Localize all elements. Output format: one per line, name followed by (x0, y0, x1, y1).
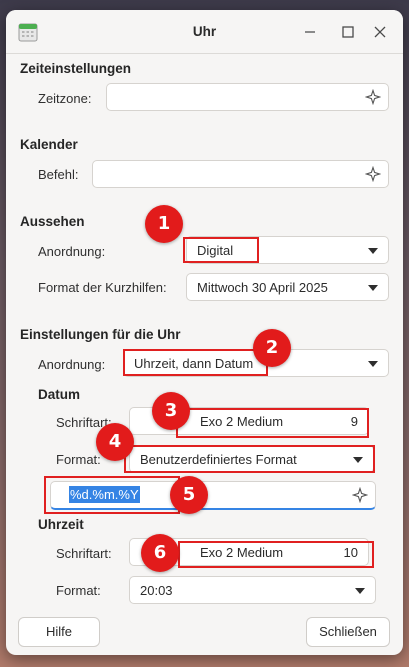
minimize-icon[interactable] (302, 24, 318, 40)
layout-value: Digital (197, 243, 234, 258)
tooltip-format-dropdown[interactable]: Mittwoch 30 April 2025 (186, 273, 389, 301)
date-format-label: Format: (56, 452, 101, 467)
date-format-value: Benutzerdefiniertes Format (140, 452, 297, 467)
custom-date-format-input[interactable]: %d.%m.%Y (50, 481, 376, 510)
command-input[interactable] (92, 160, 389, 188)
chevron-down-icon (353, 457, 363, 463)
timezone-label: Zeitzone: (38, 91, 92, 106)
annotation-badge-6: 6 (141, 534, 179, 572)
custom-date-format-value: %d.%m.%Y (69, 486, 140, 503)
chevron-down-icon (368, 361, 378, 367)
title-bar: Uhr (6, 10, 403, 54)
help-button[interactable]: Hilfe (18, 617, 100, 647)
sparkle-icon[interactable] (365, 89, 381, 105)
time-format-value: 20:03 (140, 583, 173, 598)
close-button[interactable]: Schließen (306, 617, 390, 647)
annotation-badge-1: 1 (145, 205, 183, 243)
time-font-size: 10 (343, 545, 358, 560)
layout-label: Anordnung: (38, 244, 106, 259)
command-label: Befehl: (38, 167, 79, 182)
clock-layout-label: Anordnung: (38, 357, 106, 372)
date-heading: Datum (38, 387, 81, 402)
chevron-down-icon (368, 248, 378, 254)
time-format-dropdown[interactable]: 20:03 (129, 576, 376, 604)
time-font-name: Exo 2 Medium (200, 545, 284, 560)
time-format-label: Format: (56, 583, 101, 598)
annotation-badge-2: 2 (253, 329, 291, 367)
layout-dropdown[interactable]: Digital (186, 236, 389, 264)
close-icon[interactable] (372, 24, 388, 40)
clock-settings-dialog: Uhr Zeiteinstellungen Zeitzone: Kalender… (6, 10, 403, 655)
annotation-badge-3: 3 (152, 392, 190, 430)
time-heading: Uhrzeit (38, 517, 84, 532)
appearance-heading: Aussehen (20, 214, 85, 229)
maximize-icon[interactable] (340, 24, 356, 40)
timezone-input[interactable] (106, 83, 389, 111)
date-font-size: 9 (350, 414, 358, 429)
chevron-down-icon (368, 285, 378, 291)
date-format-dropdown[interactable]: Benutzerdefiniertes Format (129, 445, 374, 473)
sparkle-icon[interactable] (352, 487, 368, 503)
date-font-name: Exo 2 Medium (200, 414, 284, 429)
chevron-down-icon (355, 588, 365, 594)
sparkle-icon[interactable] (365, 166, 381, 182)
tooltip-format-label: Format der Kurzhilfen: (38, 280, 167, 295)
clock-settings-heading: Einstellungen für die Uhr (20, 327, 181, 342)
annotation-badge-5: 5 (170, 476, 208, 514)
tooltip-format-value: Mittwoch 30 April 2025 (197, 280, 328, 295)
clock-layout-value: Uhrzeit, dann Datum (134, 356, 254, 371)
time-settings-heading: Zeiteinstellungen (20, 61, 132, 76)
time-font-label: Schriftart: (56, 546, 112, 561)
annotation-badge-4: 4 (96, 423, 134, 461)
calendar-heading: Kalender (20, 137, 78, 152)
